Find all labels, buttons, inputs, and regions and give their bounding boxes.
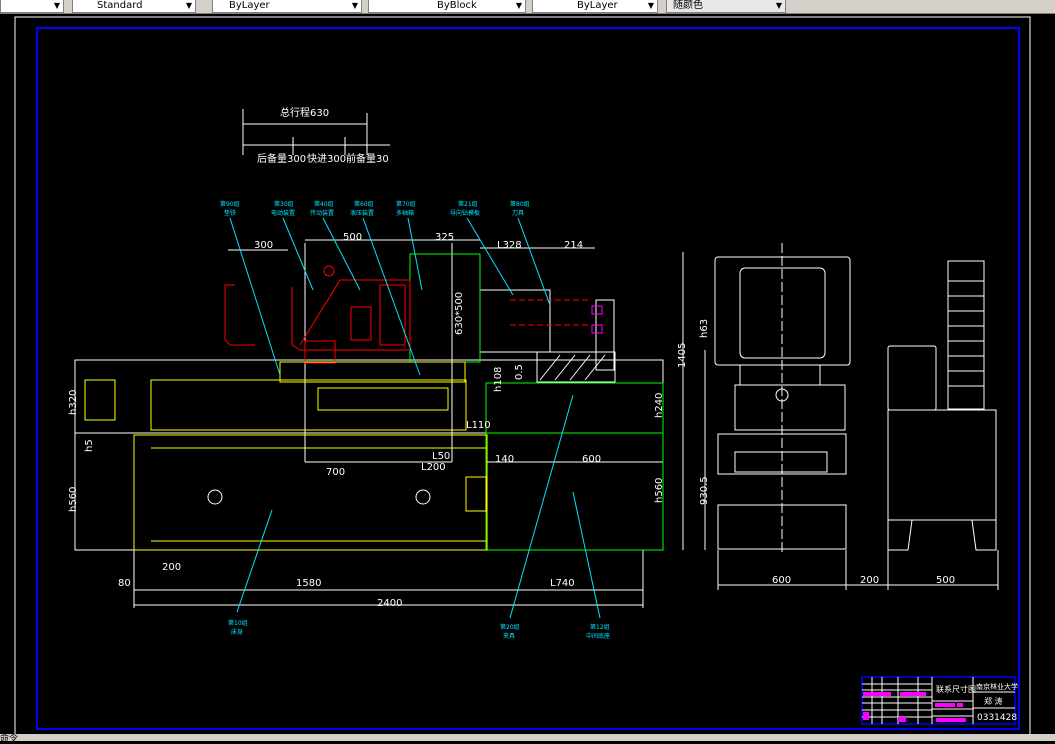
command-line[interactable]: 命令 — [0, 734, 1055, 744]
linetype-dropdown[interactable]: ByBlock ▼ — [368, 0, 526, 13]
label-dims-d214: 214 — [564, 240, 583, 251]
label-dims-d700: 700 — [326, 467, 345, 478]
label-dims-h5: h5 — [84, 439, 95, 452]
author-name: 郑 涛 — [984, 696, 1003, 706]
stroke-fast: 快进300 — [307, 153, 346, 165]
label-dims-h108: h108 — [493, 367, 504, 392]
label-dims-d140: 140 — [495, 454, 514, 465]
textstyle-value: Standard — [97, 0, 143, 11]
label-labels-9-name: 中间底座 — [586, 632, 610, 640]
chevron-down-icon: ▼ — [775, 1, 782, 10]
leader-lines — [229, 217, 601, 619]
chevron-down-icon: ▼ — [647, 1, 654, 10]
label-labels-9-group: 第12组 — [590, 623, 610, 631]
chevron-down-icon: ▼ — [351, 1, 358, 10]
stroke-rear: 后备量300 — [257, 152, 306, 165]
label-dims-s500: 500 — [936, 575, 955, 586]
label-labels-8-group: 第20组 — [500, 623, 520, 631]
label-dims-d05: 0.5 — [514, 364, 525, 380]
drawing-number: 0331428 — [977, 713, 1017, 723]
base-outline — [74, 239, 664, 608]
label-dims-d80: 80 — [118, 578, 131, 589]
label-labels-4-name: 多轴箱 — [396, 209, 414, 217]
linetype-value: ByBlock — [437, 0, 477, 11]
chevron-down-icon: ▼ — [185, 1, 192, 10]
lineweight-value: ByLayer — [577, 0, 618, 11]
label-labels-6-name: 刀具 — [512, 210, 524, 217]
label-dims-d325: 325 — [435, 232, 454, 243]
chevron-down-icon: ▼ — [53, 1, 60, 10]
color-dropdown[interactable]: 随颜色 ▼ — [666, 0, 786, 13]
power-head — [224, 265, 590, 364]
label-labels-5-name: 导向钻模板 — [450, 209, 480, 217]
label-dims-s600: 600 — [772, 575, 791, 586]
drawing-canvas[interactable]: 总行程630 后备量300 快进300 前备量30 300 500 325 L3… — [0, 13, 1055, 734]
label-dims-d2400: 2400 — [377, 598, 402, 609]
chevron-down-icon: ▼ — [515, 1, 522, 10]
label-dims-l50: L50 — [432, 451, 450, 462]
label-dims-d630x500: 630*500 — [454, 292, 465, 335]
mount-holes — [207, 489, 431, 505]
layer-dropdown[interactable]: ByLayer ▼ — [212, 0, 362, 13]
layer-value: ByLayer — [229, 0, 270, 11]
label-labels-4-group: 第70组 — [396, 200, 416, 208]
label-dims-s200: 200 — [860, 575, 879, 586]
label-dims-l740: L740 — [550, 578, 575, 589]
fixture-hatch — [536, 351, 616, 383]
label-labels-5-group: 第21组 — [458, 200, 478, 208]
label-dims-d1580: 1580 — [296, 578, 321, 589]
textstyle-dropdown[interactable]: Standard ▼ — [72, 0, 196, 13]
drawing-frame — [36, 27, 1020, 730]
label-dims-h320: h320 — [68, 390, 79, 415]
label-labels-8-name: 夹具 — [503, 632, 515, 640]
properties-toolbar: ▼ Standard ▼ ByLayer ▼ ByBlock ▼ ByLayer ▼ 随… — [0, 0, 1055, 14]
label-dims-h240: h240 — [654, 393, 665, 418]
dimension-labels: 300 500 325 L328 214 630*500 h320 h5 h56… — [68, 232, 955, 609]
label-dims-l328: L328 — [497, 240, 522, 251]
color-value: 随颜色 — [673, 0, 703, 11]
label-dims-d200: 200 — [162, 562, 181, 573]
command-prompt: 命令 — [0, 734, 19, 744]
label-labels-1-group: 第30组 — [274, 200, 294, 208]
label-dims-d930: 930.5 — [699, 476, 710, 505]
machine-bed — [84, 361, 488, 551]
label-dims-l200: L200 — [421, 462, 446, 473]
prev-dropdown[interactable]: ▼ — [0, 0, 64, 13]
drawing-name: 联系尺寸图 — [936, 684, 976, 694]
label-labels-3-name: 液压装置 — [350, 209, 374, 217]
label-labels-2-group: 第40组 — [314, 200, 334, 208]
label-labels-7-group: 第10组 — [228, 619, 248, 627]
drill-bushings — [591, 305, 603, 334]
label-labels-0-name: 垫铁 — [224, 209, 236, 217]
label-dims-d1405: 1405 — [677, 343, 688, 368]
label-labels-7-name: 床身 — [231, 628, 243, 636]
label-dims-l110: L110 — [466, 420, 491, 431]
label-dims-h63: h63 — [699, 319, 710, 338]
side-view — [682, 243, 999, 590]
label-dims-d600: 600 — [582, 454, 601, 465]
label-dims-d500: 500 — [343, 232, 362, 243]
stroke-front: 前备量30 — [346, 152, 389, 165]
label-labels-6-group: 第80组 — [510, 200, 530, 208]
school-name: 南京林业大学 — [976, 682, 1018, 691]
stroke-total: 总行程630 — [280, 106, 329, 119]
label-dims-d300: 300 — [254, 240, 273, 251]
label-labels-3-group: 第60组 — [354, 200, 374, 208]
label-labels-2-name: 传动装置 — [310, 209, 334, 217]
title-block: 联系尺寸图 南京林业大学 郑 涛 0331428 — [861, 676, 1018, 725]
label-dims-h560r: h560 — [654, 478, 665, 503]
label-dims-h560l: h560 — [68, 487, 79, 512]
lineweight-dropdown[interactable]: ByLayer ▼ — [532, 0, 658, 13]
label-labels-1-name: 电动装置 — [271, 209, 295, 217]
part-labels: 第90组垫铁 第30组电动装置 第40组传动装置 第60组液压装置 第70组多轴… — [220, 200, 610, 640]
label-labels-0-group: 第90组 — [220, 200, 240, 208]
